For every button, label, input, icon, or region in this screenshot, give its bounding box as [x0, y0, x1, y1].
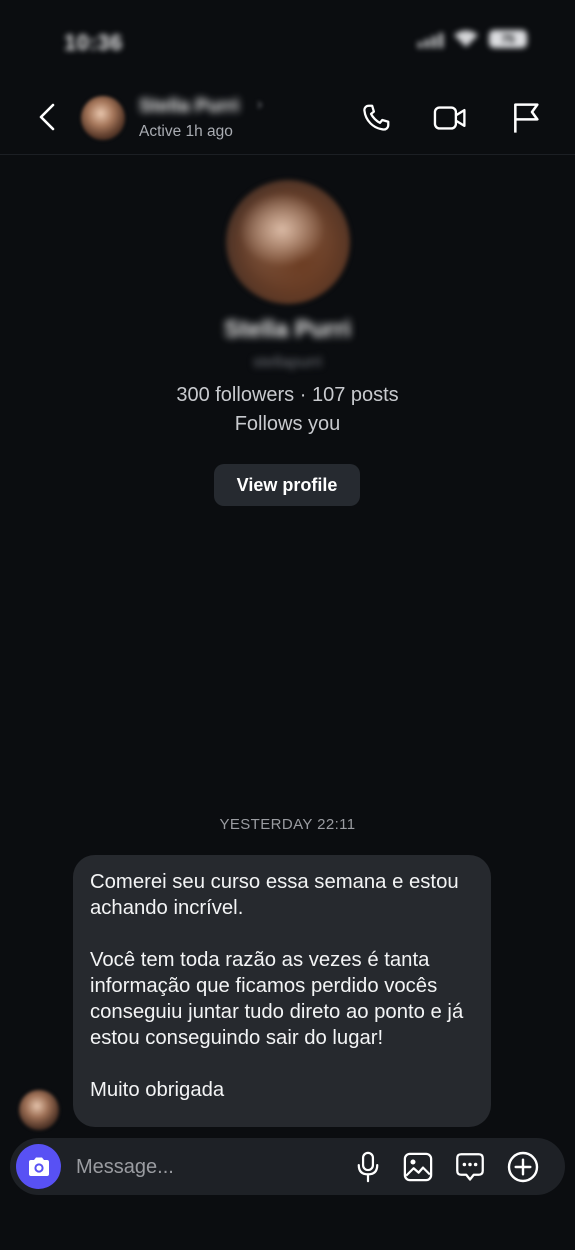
contact-avatar[interactable]	[81, 96, 125, 140]
signal-icon	[418, 30, 443, 48]
battery-icon: 75	[489, 30, 527, 48]
sticker-button[interactable]	[452, 1149, 488, 1185]
message-composer	[10, 1138, 565, 1195]
sender-avatar[interactable]	[19, 1090, 59, 1130]
message-paragraph: Você tem toda razão as vezes é tanta inf…	[90, 949, 464, 1049]
wifi-icon	[454, 30, 478, 47]
follows-you-label: Follows you	[234, 413, 341, 435]
voice-message-button[interactable]	[350, 1149, 386, 1185]
message-timestamp: YESTERDAY 22:11	[219, 816, 356, 833]
profile-name: Stella Purri	[224, 316, 351, 343]
back-button[interactable]	[30, 100, 64, 134]
back-icon	[39, 103, 55, 131]
phone-icon	[363, 104, 390, 131]
video-call-button[interactable]	[430, 98, 470, 138]
profile-stats: 300 followers · 107 posts	[176, 384, 399, 406]
add-icon	[507, 1151, 539, 1183]
message-paragraph: Muito obrigada	[90, 1079, 225, 1101]
chevron-right-icon: ›	[257, 96, 263, 113]
active-status: Active 1h ago	[139, 123, 233, 140]
message-input[interactable]	[74, 1150, 348, 1184]
message-bubble[interactable]: Comerei seu curso essa semana e estou ac…	[73, 855, 491, 1127]
gallery-button[interactable]	[400, 1149, 436, 1185]
report-button[interactable]	[506, 98, 546, 138]
add-button[interactable]	[505, 1149, 541, 1185]
camera-icon	[28, 1157, 49, 1176]
status-time: 10:36	[64, 30, 123, 55]
profile-avatar[interactable]	[226, 180, 350, 304]
microphone-icon	[357, 1151, 379, 1183]
video-icon	[433, 106, 466, 130]
view-profile-button[interactable]: View profile	[214, 464, 360, 506]
status-indicators: 75	[418, 30, 527, 48]
call-button[interactable]	[356, 98, 396, 138]
camera-button[interactable]	[16, 1144, 61, 1189]
flag-icon	[514, 103, 539, 133]
message-paragraph: Comerei seu curso essa semana e estou ac…	[90, 871, 459, 919]
status-bar: 10:36 75	[0, 0, 575, 80]
profile-handle: stellapurri	[252, 354, 323, 371]
gallery-icon	[403, 1152, 433, 1182]
contact-name[interactable]: Stella Purri	[139, 96, 239, 118]
chat-header: Stella Purri › Active 1h ago	[0, 80, 575, 155]
sticker-icon	[456, 1153, 484, 1181]
